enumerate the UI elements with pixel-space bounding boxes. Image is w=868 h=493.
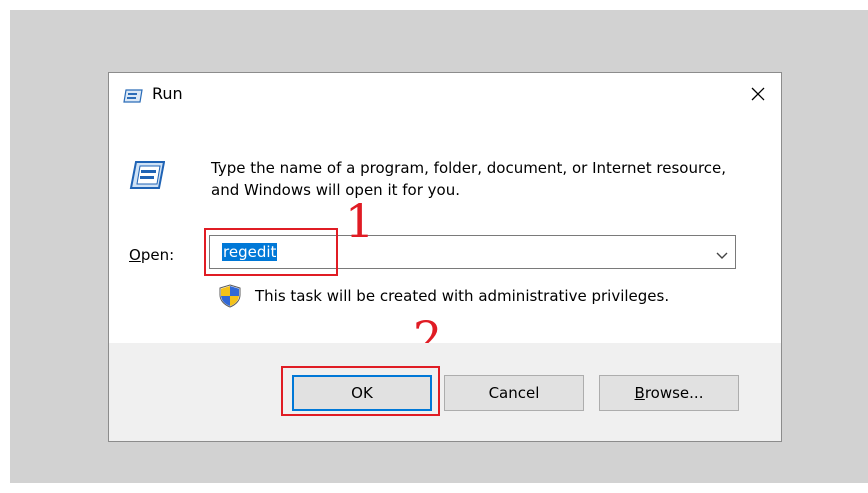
annotation-box-step1 [204, 228, 338, 276]
browse-button-mnemonic: B [634, 384, 645, 402]
cancel-button[interactable]: Cancel [444, 375, 584, 411]
window-title: Run [152, 84, 183, 103]
uac-shield-icon [218, 284, 242, 312]
annotation-box-step2 [281, 366, 440, 416]
browse-button[interactable]: Browse... [599, 375, 739, 411]
run-icon [123, 88, 143, 107]
run-description: Type the name of a program, folder, docu… [211, 159, 727, 199]
title-bar: Run [109, 73, 781, 119]
close-icon [750, 86, 766, 106]
open-label-mnemonic: O [129, 246, 141, 264]
close-button[interactable] [741, 79, 775, 113]
annotation-step1: 1 [345, 194, 375, 248]
run-icon [129, 161, 166, 193]
open-label: Open: [129, 246, 174, 264]
cancel-button-label: Cancel [488, 384, 540, 402]
chevron-down-icon[interactable] [715, 246, 729, 265]
browse-button-label: rowse... [644, 384, 704, 402]
admin-privileges-text: This task will be created with administr… [255, 287, 670, 305]
open-label-text: pen: [140, 246, 175, 264]
run-dialog: Run Type the name of a program, folder, … [108, 72, 782, 442]
